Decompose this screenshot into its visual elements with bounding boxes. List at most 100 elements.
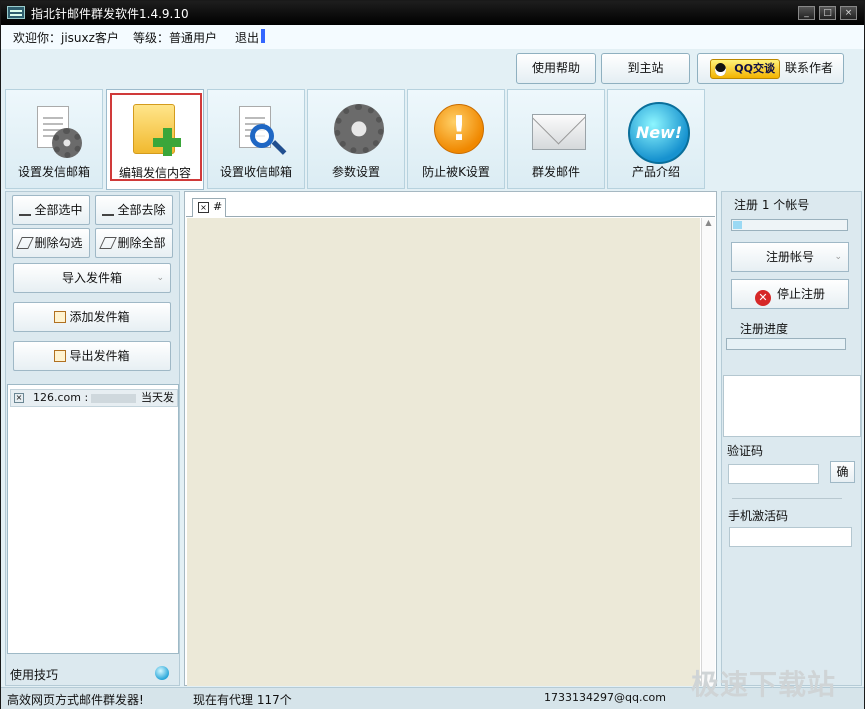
help-button[interactable]: 使用帮助 [516,53,596,84]
minimize-button[interactable]: _ [798,6,815,20]
tab-label: # [213,200,223,213]
select-all-button[interactable]: 全部选中 [12,195,90,225]
export-list-icon [54,350,67,362]
app-icon [7,6,25,19]
stop-register-label: 停止注册 [776,287,825,301]
title-bar: 指北针邮件群发软件1.4.9.10 _ □ × [1,1,864,25]
registration-panel: 注册 1 个帐号 注册帐号 ⌄ ✕ 停止注册 注册进度 验证码 确 手机激活码 [721,191,862,686]
user-level: 等级：普通用户 [133,31,218,45]
captcha-label: 验证码 [727,444,764,458]
import-outbox-label: 导入发件箱 [61,271,122,285]
stop-icon: ✕ [754,290,771,306]
tool-sender-mailbox[interactable]: 设置发信邮箱 [5,89,103,189]
eraser-icon [16,237,35,249]
close-button[interactable]: × [840,6,857,20]
captcha-input[interactable] [728,464,819,484]
tool-anti-block[interactable]: ! 防止被K设置 [407,89,505,189]
tool-edit-content[interactable]: 编辑发信内容 [106,89,204,190]
watermark: 极速下载站 [691,668,837,701]
delete-checked-label: 删除勾选 [34,236,83,250]
register-account-dropdown[interactable]: 注册帐号 ⌄ [731,242,849,272]
gear-icon [330,102,386,160]
tool-label: 编辑发信内容 [118,166,191,180]
document-gear-icon [28,102,84,160]
tool-recipient-mailbox[interactable]: 设置收信邮箱 [207,89,305,189]
account-domain: 126.com : [33,391,89,404]
app-window: 指北针邮件群发软件1.4.9.10 _ □ × 欢迎你：jisuxz客户 等级：… [0,0,865,709]
delete-all-button[interactable]: 删除全部 [95,228,173,258]
content-editor-panel: × # ▲ [184,191,717,686]
register-count-progress [731,219,848,231]
list-item[interactable]: × 126.com : 当天发 [10,389,178,407]
register-count: 注册 1 个帐号 [734,198,810,212]
export-outbox-button[interactable]: 导出发件箱 [13,341,171,371]
deselect-all-button[interactable]: 全部去除 [95,195,173,225]
deselect-all-icon [102,204,115,216]
chevron-down-icon: ⌄ [156,273,164,283]
tool-label: 参数设置 [331,165,380,179]
stop-register-button[interactable]: ✕ 停止注册 [731,279,849,309]
document-search-icon [230,102,286,160]
select-all-label: 全部选中 [34,203,83,217]
welcome-text: 欢迎你：jisuxz客户 [13,31,119,45]
new-badge-icon: New! [628,102,690,164]
maximize-button[interactable]: □ [819,6,836,20]
tool-product-intro[interactable]: New! 产品介绍 [607,89,705,189]
contact-label: 联系作者 [785,61,834,75]
close-tab-icon[interactable]: × [198,202,209,213]
tool-label: 群发邮件 [531,165,580,179]
qq-chat-icon: QQ交谈 [710,59,780,79]
outbox-panel: 全部选中 全部去除 删除勾选 删除全部 导入发件箱 ⌄ 添加发件箱 导出发件箱 … [5,191,180,686]
home-button[interactable]: 到主站 [601,53,690,84]
text-cursor [261,29,265,43]
redacted-account [91,394,136,403]
add-outbox-label: 添加发件箱 [69,310,130,324]
eraser-icon [99,237,118,249]
envelope-icon [530,102,586,160]
folder-plus-icon [129,102,185,160]
delete-all-label: 删除全部 [117,236,166,250]
confirm-button[interactable]: 确 [830,461,855,483]
tool-label: 设置收信邮箱 [219,165,292,179]
checkbox[interactable]: × [14,393,24,403]
phone-code-input[interactable] [729,527,852,547]
user-bar: 欢迎你：jisuxz客户 等级：普通用户 退出 [1,25,864,49]
tool-bulk-send[interactable]: 群发邮件 [507,89,605,189]
window-title: 指北针邮件群发软件1.4.9.10 [31,7,189,21]
phone-code-label: 手机激活码 [728,509,789,523]
status-proxy: 现在有代理 117个 [193,693,292,707]
tool-label: 防止被K设置 [422,165,490,179]
deselect-all-label: 全部去除 [117,203,166,217]
warning-icon: ! [430,102,486,160]
tool-label: 产品介绍 [631,165,680,179]
import-outbox-dropdown[interactable]: 导入发件箱 ⌄ [13,263,171,293]
tab-strip: × # [186,193,715,217]
content-editor[interactable] [187,218,700,686]
logout-link[interactable]: 退出 [235,29,259,46]
chat-bubble-icon[interactable] [155,666,169,680]
status-email: 1733134297@qq.com [544,691,666,704]
chevron-down-icon: ⌄ [834,252,842,262]
tab-content[interactable]: × # [192,198,226,217]
contact-author-button[interactable]: QQ交谈 联系作者 [697,53,844,84]
usage-tips-link[interactable]: 使用技巧 [10,666,58,683]
add-outbox-button[interactable]: 添加发件箱 [13,302,171,332]
tool-label: 设置发信邮箱 [17,165,90,179]
register-progress-label: 注册进度 [740,322,789,336]
status-slogan: 高效网页方式邮件群发器! [7,693,144,707]
select-all-icon [19,204,32,216]
main-toolbar: 设置发信邮箱 编辑发信内容 设置收信邮箱 参数设置 ! 防止被K设置 群发邮件 … [5,89,861,191]
captcha-image [723,375,861,437]
account-status: 当天发 [141,391,174,404]
add-list-icon [54,311,67,323]
outbox-list: × 126.com : 当天发 [7,384,179,654]
divider [732,498,842,499]
export-outbox-label: 导出发件箱 [69,349,130,363]
progress-fill [733,221,743,229]
register-account-label: 注册帐号 [765,250,814,264]
tool-parameters[interactable]: 参数设置 [307,89,405,189]
vertical-scrollbar[interactable]: ▲ [701,218,715,686]
scroll-up-icon[interactable]: ▲ [705,218,711,227]
register-progress-bar [726,338,846,350]
delete-checked-button[interactable]: 删除勾选 [12,228,90,258]
